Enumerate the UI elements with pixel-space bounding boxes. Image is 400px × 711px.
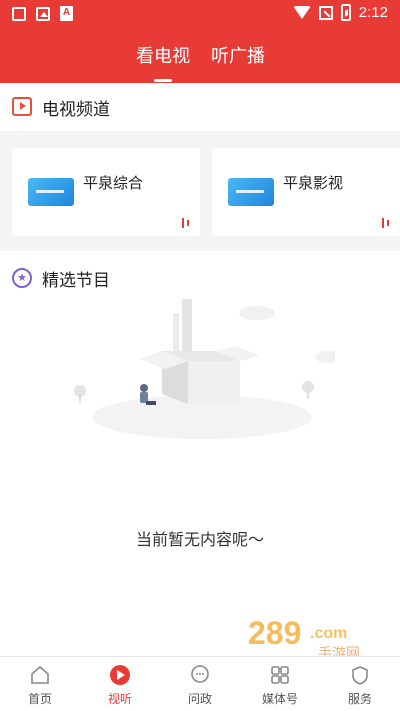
top-tabs: 看电视 听广播 [0, 28, 400, 83]
status-time: 2:12 [358, 4, 388, 21]
wifi-icon [292, 6, 311, 19]
tab-watch-tv[interactable]: 看电视 [136, 42, 190, 68]
empty-box-illustration [74, 299, 335, 439]
nav-label: 视听 [107, 692, 132, 706]
play-icon [110, 665, 130, 685]
bottom-navigation: 首页 视听 问政 媒体号 服务 [0, 656, 400, 711]
active-tab-indicator [154, 79, 172, 82]
nav-label: 首页 [27, 692, 52, 706]
nav-label: 媒体号 [261, 692, 298, 706]
channel-logo [28, 178, 74, 206]
nav-media[interactable]: 视听 [80, 657, 160, 711]
tv-channel-section-header: 电视频道 [0, 83, 400, 131]
svg-text:289: 289 [248, 615, 301, 651]
tv-play-icon [12, 97, 32, 116]
nav-label: 问政 [187, 692, 212, 706]
channel-logo [228, 178, 274, 206]
channel-card[interactable]: 平泉综合 [12, 148, 200, 236]
battery-charging-icon [340, 4, 351, 21]
live-indicator-icon [382, 218, 392, 228]
status-bar: A 2:12 [0, 0, 400, 28]
channel-list: 平泉综合 平泉影视 [0, 131, 400, 251]
channel-name: 平泉影视 [283, 174, 344, 192]
chat-icon [191, 665, 209, 683]
nav-home[interactable]: 首页 [0, 657, 80, 711]
section-title-featured: 精选节目 [42, 271, 110, 291]
service-icon [352, 666, 368, 685]
empty-state-text: 当前暂无内容呢～ [135, 530, 264, 549]
channel-card[interactable]: 平泉影视 [212, 148, 400, 236]
nav-media-account[interactable]: 媒体号 [240, 657, 320, 711]
grid-icon [271, 666, 289, 684]
section-title-tv: 电视频道 [42, 100, 110, 120]
svg-text:.com: .com [310, 625, 347, 642]
nav-inquiry[interactable]: 问政 [160, 657, 240, 711]
nav-service[interactable]: 服务 [320, 657, 400, 711]
font-notification-icon: A [60, 6, 73, 21]
tab-listen-radio[interactable]: 听广播 [211, 42, 265, 68]
star-icon: ★ [12, 268, 32, 288]
square-notification-icon [12, 6, 26, 21]
featured-programs-section: ★ 精选节目 当前暂无内容呢～ [0, 251, 400, 656]
no-signal-icon [318, 5, 333, 20]
live-indicator-icon [182, 218, 192, 228]
image-notification-icon [36, 6, 50, 21]
channel-name: 平泉综合 [83, 174, 144, 192]
home-icon [31, 665, 49, 684]
header: A 2:12 看电视 听广播 [0, 0, 400, 83]
nav-label: 服务 [347, 692, 372, 706]
